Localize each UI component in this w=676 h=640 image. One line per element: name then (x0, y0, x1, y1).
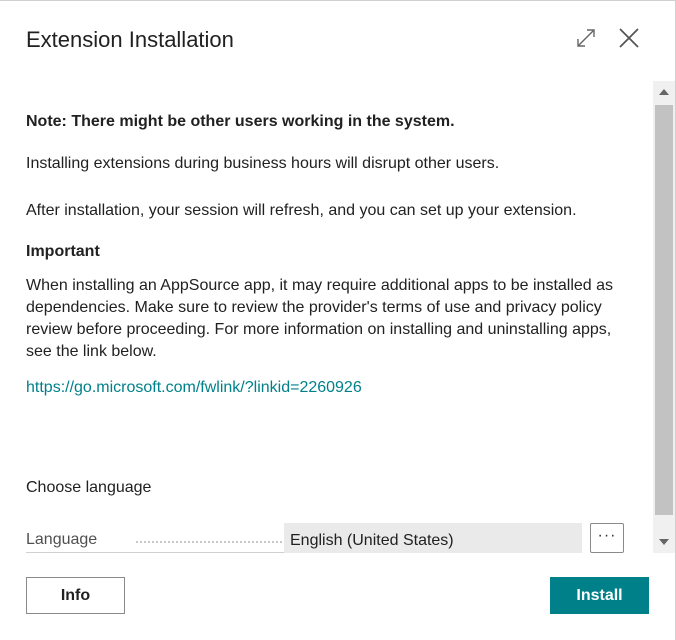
expand-icon (577, 29, 595, 47)
vertical-scrollbar[interactable] (653, 81, 675, 553)
field-underline (26, 552, 284, 553)
dialog-title: Extension Installation (26, 27, 234, 52)
extension-installation-dialog: Extension Installation Note: There might… (0, 0, 676, 640)
scroll-up-button[interactable] (653, 81, 675, 103)
info-button[interactable]: Info (26, 577, 125, 614)
disrupt-text: Installing extensions during business ho… (26, 155, 500, 172)
language-lookup-button[interactable]: ··· (590, 523, 624, 553)
close-button[interactable] (616, 25, 642, 51)
scroll-thumb[interactable] (655, 105, 673, 515)
note-text: Note: There might be other users working… (26, 113, 455, 130)
label-leader-dots (136, 531, 302, 543)
language-select[interactable]: English (United States) (284, 523, 582, 553)
language-field: Language English (United States) ··· (26, 523, 624, 553)
scroll-down-button[interactable] (653, 531, 675, 553)
expand-button[interactable] (573, 25, 599, 51)
choose-language-heading: Choose language (26, 479, 152, 496)
language-label: Language (26, 531, 98, 548)
important-heading: Important (26, 243, 100, 260)
caret-up-icon (659, 89, 669, 95)
dependencies-text: When installing an AppSource app, it may… (26, 277, 614, 360)
install-button[interactable]: Install (550, 577, 649, 614)
caret-down-icon (659, 539, 669, 545)
fwlink-link[interactable]: https://go.microsoft.com/fwlink/?linkid=… (26, 377, 362, 399)
refresh-text: After installation, your session will re… (26, 202, 577, 219)
close-icon (619, 28, 639, 48)
